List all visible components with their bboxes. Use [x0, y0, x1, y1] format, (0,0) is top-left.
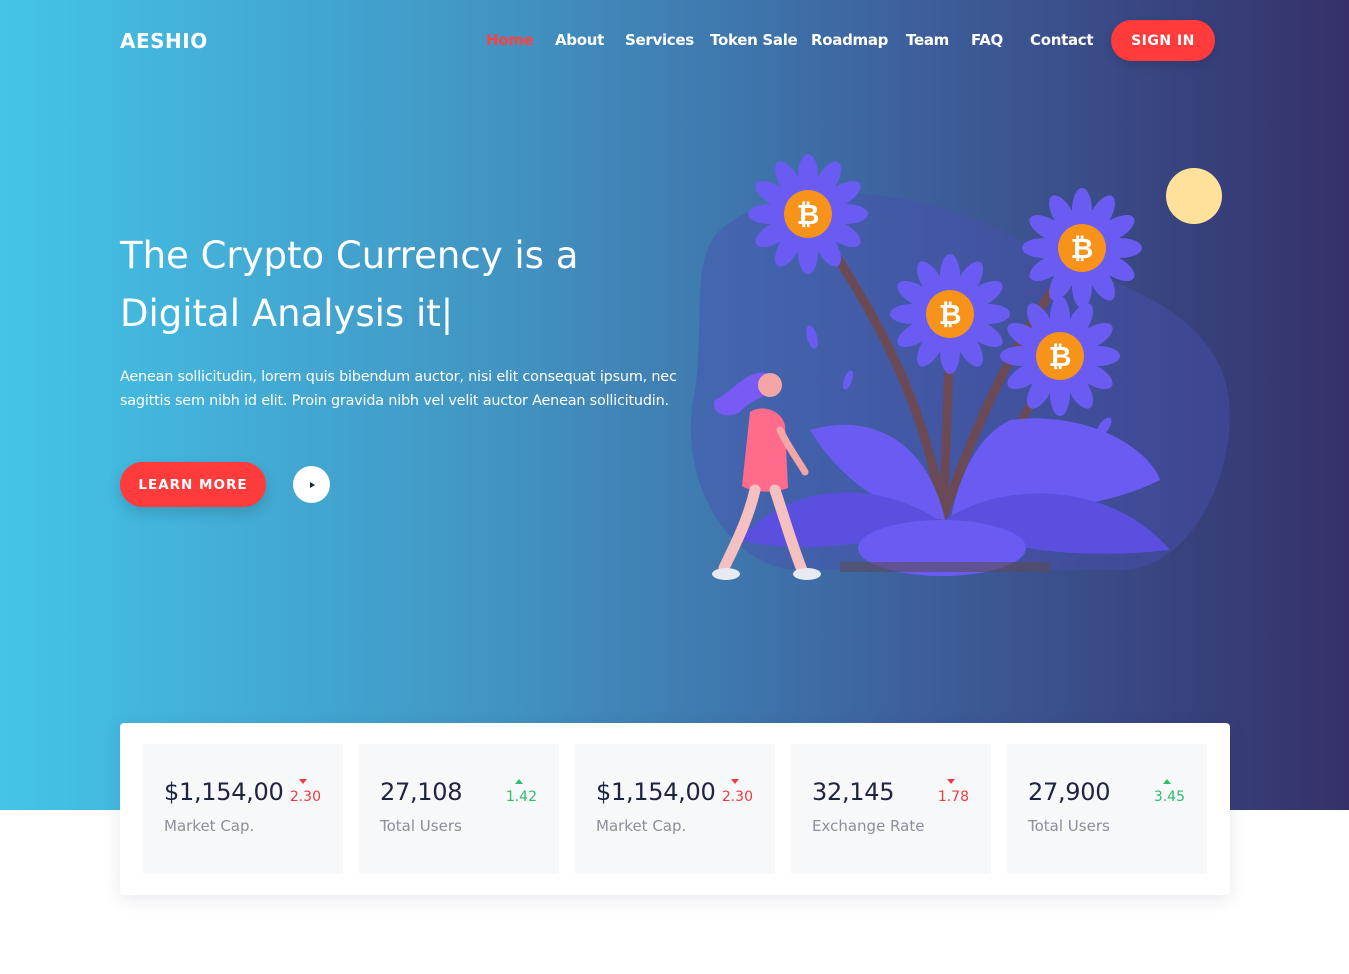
stat-card-total-users: 27,900 Total Users 3.45: [1007, 744, 1207, 874]
nav-item-contact[interactable]: Contact: [1030, 31, 1094, 49]
down-arrow-icon: [299, 779, 307, 784]
stat-label: Exchange Rate: [812, 817, 925, 835]
stat-label: Market Cap.: [596, 817, 687, 835]
nav-item-team[interactable]: Team: [906, 31, 949, 49]
stat-value: 27,108: [380, 778, 463, 806]
bitcoin-symbol: ₿: [797, 198, 820, 231]
down-arrow-icon: [731, 779, 739, 784]
up-arrow-icon: [515, 779, 523, 784]
stat-label: Market Cap.: [164, 817, 255, 835]
stat-card-market-cap: $1,154,00 Market Cap. 2.30: [575, 744, 775, 874]
bitcoin-symbol: ₿: [1049, 340, 1072, 373]
sun-shape: [1166, 168, 1222, 224]
up-arrow-icon: [1163, 779, 1171, 784]
nav-item-services[interactable]: Services: [625, 31, 694, 49]
play-video-button[interactable]: [293, 466, 330, 503]
stat-change: 2.30: [289, 789, 321, 805]
bitcoin-symbol: ₿: [1071, 232, 1094, 265]
stat-change: 1.78: [937, 789, 969, 805]
stat-card-market-cap: $1,154,00 Market Cap. 2.30: [143, 744, 343, 874]
crypto-flowers-illustration: ₿ ₿ ₿ ₿: [690, 154, 1230, 580]
stats-panel: $1,154,00 Market Cap. 2.30 27,108 Total …: [120, 723, 1230, 895]
sign-in-button[interactable]: SIGN IN: [1111, 20, 1215, 61]
stat-label: Total Users: [380, 817, 462, 835]
bitcoin-symbol: ₿: [939, 298, 962, 331]
stat-value: 27,900: [1028, 778, 1111, 806]
nav-item-token-sale[interactable]: Token Sale: [710, 31, 798, 49]
nav-item-about[interactable]: About: [555, 31, 604, 49]
stat-label: Total Users: [1028, 817, 1110, 835]
brand-logo[interactable]: AESHIO: [120, 29, 208, 53]
down-arrow-icon: [947, 779, 955, 784]
bitcoin-coin-icon: ₿: [1058, 224, 1106, 272]
nav-item-home[interactable]: Home: [486, 31, 534, 49]
hero-section: AESHIO Home About Services Token Sale Ro…: [0, 0, 1349, 810]
hero-description: Aenean sollicitudin, lorem quis bibendum…: [120, 369, 677, 409]
stat-value: $1,154,00: [164, 778, 284, 806]
play-icon: [309, 481, 315, 488]
nav-item-faq[interactable]: FAQ: [971, 31, 1003, 49]
stat-value: 32,145: [812, 778, 895, 806]
stat-card-total-users: 27,108 Total Users 1.42: [359, 744, 559, 874]
stat-change: 3.45: [1153, 789, 1185, 805]
stat-change: 1.42: [505, 789, 537, 805]
bitcoin-coin-icon: ₿: [1036, 332, 1084, 380]
stat-card-exchange-rate: 32,145 Exchange Rate 1.78: [791, 744, 991, 874]
hero-title: The Crypto Currency is a Digital Analysi…: [120, 234, 579, 335]
bitcoin-coin-icon: ₿: [926, 290, 974, 338]
learn-more-button[interactable]: LEARN MORE: [120, 462, 266, 507]
stat-change: 2.30: [721, 789, 753, 805]
stat-value: $1,154,00: [596, 778, 716, 806]
nav-item-roadmap[interactable]: Roadmap: [811, 31, 888, 49]
bitcoin-coin-icon: ₿: [784, 190, 832, 238]
